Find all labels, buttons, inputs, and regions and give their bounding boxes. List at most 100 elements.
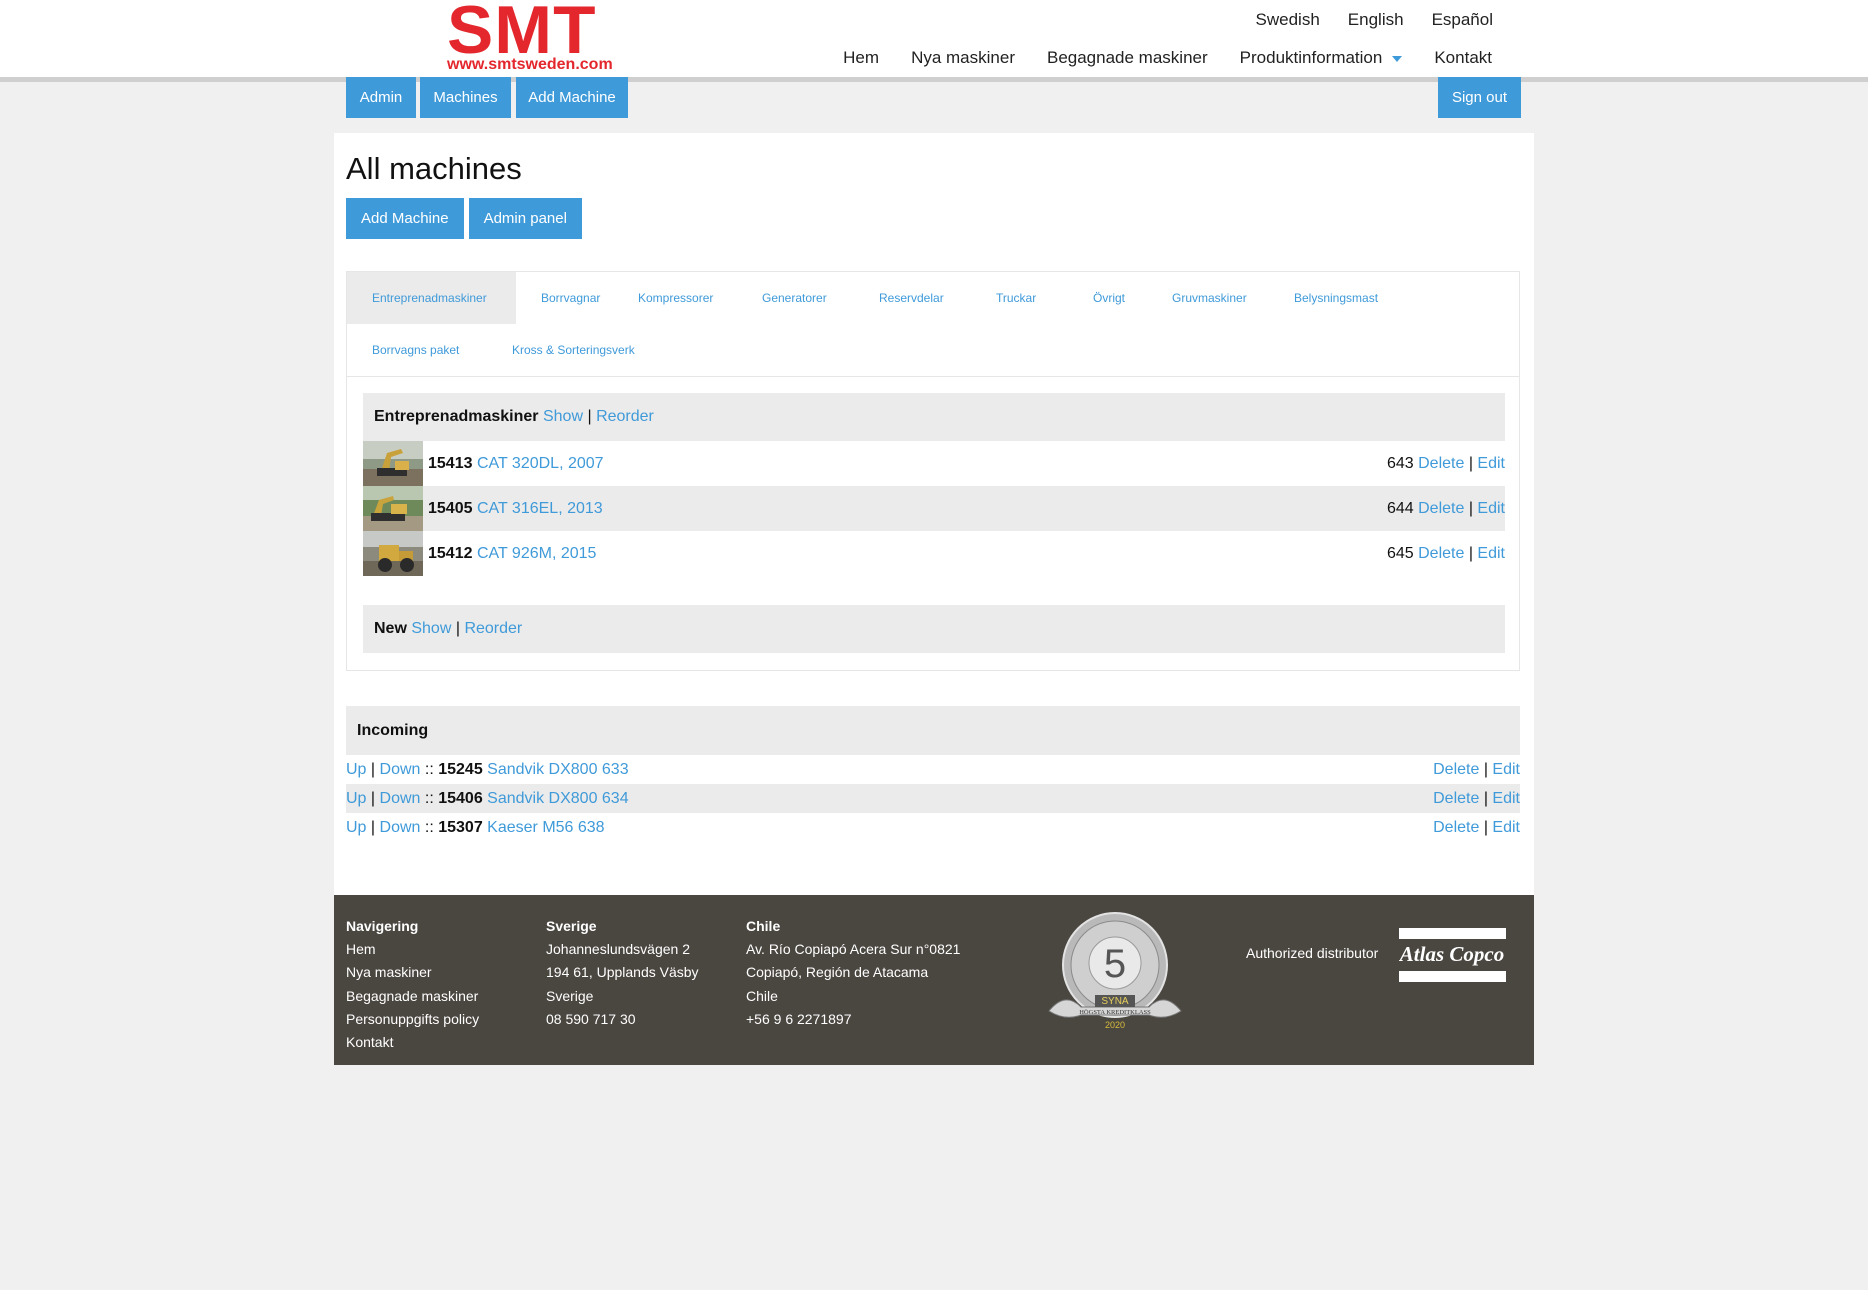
- footer-link-begagnade-maskiner[interactable]: Begagnade maskiner: [346, 985, 479, 1008]
- sweden-address-line: Sverige: [546, 987, 594, 1004]
- chevron-down-icon: [1392, 56, 1403, 62]
- separator: |: [455, 620, 460, 637]
- move-up-link[interactable]: Up: [346, 819, 366, 836]
- chile-address-line: Copiapó, Región de Atacama: [746, 964, 929, 981]
- machine-label: 15405 CAT 316EL, 2013: [428, 486, 603, 531]
- machine-row: 15412 CAT 926M, 2015 645 Delete | Edit: [363, 531, 1505, 576]
- edit-link[interactable]: Edit: [1477, 545, 1505, 562]
- tab-belysningsmast[interactable]: Belysningsmast: [1269, 272, 1403, 324]
- tab-kross-sorteringsverk[interactable]: Kross & Sorteringsverk: [487, 324, 660, 376]
- incoming-header: Incoming: [346, 706, 1520, 755]
- machines-button[interactable]: Machines: [420, 77, 511, 118]
- separator: |: [1483, 790, 1488, 807]
- authorized-distributor: Authorized distributor: [1246, 945, 1379, 961]
- machine-actions: Delete | Edit: [1433, 784, 1520, 813]
- move-up-link[interactable]: Up: [346, 761, 366, 778]
- machine-order: 644: [1386, 500, 1414, 517]
- move-down-link[interactable]: Down: [380, 819, 421, 836]
- tab-borrvagns-paket[interactable]: Borrvagns paket: [347, 324, 484, 376]
- category-show-link[interactable]: Show: [543, 408, 583, 425]
- machine-thumbnail[interactable]: [363, 531, 423, 576]
- delete-link[interactable]: Delete: [1418, 545, 1464, 562]
- tab-kompressorer[interactable]: Kompressorer: [613, 272, 738, 324]
- category-tabs: Entreprenadmaskiner Borrvagnar Kompresso…: [347, 272, 1519, 377]
- machine-id: 15413: [428, 455, 473, 472]
- edit-link[interactable]: Edit: [1492, 819, 1520, 836]
- machine-actions: 643 Delete | Edit: [1387, 441, 1505, 486]
- separator: |: [1483, 819, 1488, 836]
- logo-text: SMT: [447, 0, 597, 68]
- category-tabs-panel: Entreprenadmaskiner Borrvagnar Kompresso…: [346, 271, 1520, 671]
- move-up-link[interactable]: Up: [346, 790, 366, 807]
- footer-link-nya-maskiner[interactable]: Nya maskiner: [346, 961, 479, 984]
- edit-link[interactable]: Edit: [1477, 455, 1505, 472]
- nav-hem[interactable]: Hem: [843, 48, 879, 68]
- edit-link[interactable]: Edit: [1492, 761, 1520, 778]
- tab-reservdelar[interactable]: Reservdelar: [854, 272, 969, 324]
- category-reorder-link[interactable]: Reorder: [464, 620, 522, 637]
- admin-panel-button[interactable]: Admin panel: [468, 198, 582, 239]
- footer-link-hem[interactable]: Hem: [346, 938, 479, 961]
- nav-produktinformation-label: Produktinformation: [1239, 48, 1383, 67]
- main-nav: Hem Nya maskiner Begagnade maskiner Prod…: [811, 48, 1492, 68]
- delete-link[interactable]: Delete: [1433, 819, 1479, 836]
- nav-produktinformation[interactable]: Produktinformation: [1240, 48, 1403, 68]
- add-machine-button[interactable]: Add Machine: [346, 198, 464, 239]
- machine-title-link[interactable]: Kaeser M56 638: [487, 819, 604, 836]
- machine-title-link[interactable]: Sandvik DX800 634: [487, 790, 628, 807]
- delete-link[interactable]: Delete: [1433, 761, 1479, 778]
- admin-button[interactable]: Admin: [346, 77, 416, 118]
- footer-link-kontakt[interactable]: Kontakt: [346, 1031, 479, 1054]
- sign-out-button[interactable]: Sign out: [1438, 77, 1521, 118]
- atlas-copco-text: Atlas Copco: [1399, 942, 1504, 966]
- incoming-row: Up | Down :: 15307 Kaeser M56 638 Delete…: [346, 813, 1520, 842]
- tab-gruvmaskiner[interactable]: Gruvmaskiner: [1147, 272, 1272, 324]
- machine-title-link[interactable]: CAT 926M, 2015: [477, 545, 596, 562]
- category-header: Entreprenadmaskiner Show | Reorder: [363, 393, 1505, 441]
- delete-link[interactable]: Delete: [1418, 455, 1464, 472]
- tab-entreprenadmaskiner[interactable]: Entreprenadmaskiner: [347, 272, 516, 324]
- tab-generatorer[interactable]: Generatorer: [737, 272, 852, 324]
- category-show-link[interactable]: Show: [411, 620, 451, 637]
- separator: |: [1483, 761, 1488, 778]
- separator: |: [370, 761, 376, 778]
- machine-title-link[interactable]: CAT 316EL, 2013: [477, 500, 603, 517]
- lang-swedish[interactable]: Swedish: [1256, 10, 1320, 30]
- machine-thumbnail[interactable]: [363, 486, 423, 531]
- move-down-link[interactable]: Down: [380, 790, 421, 807]
- separator: |: [587, 408, 592, 425]
- nav-nya-maskiner[interactable]: Nya maskiner: [911, 48, 1015, 68]
- badge-number: 5: [1104, 942, 1126, 986]
- nav-begagnade-maskiner[interactable]: Begagnade maskiner: [1047, 48, 1208, 68]
- machine-actions: 644 Delete | Edit: [1387, 486, 1505, 531]
- footer-sweden: Sverige Johanneslundsvägen 2 194 61, Upp…: [546, 915, 699, 1031]
- separator: ::: [424, 790, 434, 807]
- lang-espanol[interactable]: Español: [1432, 10, 1493, 30]
- incoming-row: Up | Down :: 15245 Sandvik DX800 633 Del…: [346, 755, 1520, 784]
- machine-title-link[interactable]: Sandvik DX800 633: [487, 761, 628, 778]
- move-down-link[interactable]: Down: [380, 761, 421, 778]
- atlas-copco-logo[interactable]: Atlas Copco: [1398, 928, 1506, 982]
- edit-link[interactable]: Edit: [1492, 790, 1520, 807]
- tab-ovrigt[interactable]: Övrigt: [1068, 272, 1150, 324]
- tab-truckar[interactable]: Truckar: [971, 272, 1061, 324]
- machine-order: 645: [1386, 545, 1414, 562]
- delete-link[interactable]: Delete: [1433, 790, 1479, 807]
- machine-title-link[interactable]: CAT 320DL, 2007: [477, 455, 604, 472]
- tab-borrvagnar[interactable]: Borrvagnar: [516, 272, 625, 324]
- site-header: SMT www.smtsweden.com Swedish English Es…: [0, 0, 1868, 82]
- nav-kontakt[interactable]: Kontakt: [1434, 48, 1492, 68]
- lang-english[interactable]: English: [1348, 10, 1404, 30]
- footer-link-personuppgifts-policy[interactable]: Personuppgifts policy: [346, 1008, 479, 1031]
- add-machine-nav-button[interactable]: Add Machine: [516, 77, 628, 118]
- site-footer: Navigering Hem Nya maskiner Begagnade ma…: [334, 895, 1534, 1065]
- category-reorder-link[interactable]: Reorder: [596, 408, 654, 425]
- smt-logo[interactable]: SMT www.smtsweden.com: [447, 0, 623, 73]
- sweden-address-line: Johanneslundsvägen 2: [546, 941, 691, 957]
- category-name: New: [374, 620, 407, 637]
- chile-phone: +56 9 6 2271897: [746, 1010, 852, 1027]
- sweden-address-line: 194 61, Upplands Väsby: [546, 964, 699, 981]
- machine-thumbnail[interactable]: [363, 441, 423, 486]
- delete-link[interactable]: Delete: [1418, 500, 1464, 517]
- edit-link[interactable]: Edit: [1477, 500, 1505, 517]
